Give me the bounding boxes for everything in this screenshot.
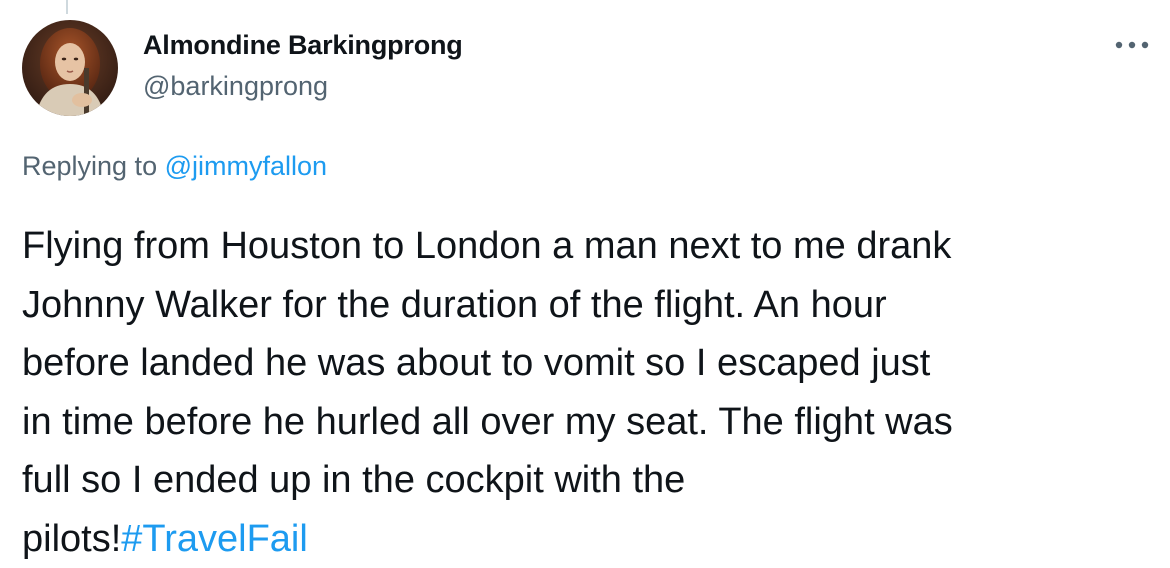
more-options-button[interactable]	[1112, 30, 1152, 60]
thread-connector-line	[66, 0, 68, 14]
reply-context: Replying to @jimmyfallon	[22, 151, 327, 182]
tweet-text-line: full so I ended up in the cockpit with t…	[22, 451, 1157, 510]
author-handle[interactable]: @barkingprong	[143, 71, 328, 102]
avatar[interactable]	[22, 20, 118, 116]
author-display-name[interactable]: Almondine Barkingprong	[143, 30, 463, 61]
hashtag-link[interactable]: #TravelFail	[121, 518, 308, 560]
avatar-portrait	[22, 20, 118, 116]
tweet-text-line: Flying from Houston to London a man next…	[22, 217, 1157, 276]
tweet-text-line: pilots!	[22, 518, 121, 560]
reply-context-prefix: Replying to	[22, 151, 165, 181]
tweet-text: Flying from Houston to London a man next…	[22, 217, 1157, 568]
more-horizontal-icon	[1114, 40, 1150, 50]
tweet-text-line: Johnny Walker for the duration of the fl…	[22, 276, 1157, 335]
tweet-text-last-line: pilots!#TravelFail	[22, 510, 1157, 568]
tweet-text-line: before landed he was about to vomit so I…	[22, 334, 1157, 393]
tweet-text-line: in time before he hurled all over my sea…	[22, 393, 1157, 452]
reply-mention-link[interactable]: @jimmyfallon	[165, 151, 327, 181]
